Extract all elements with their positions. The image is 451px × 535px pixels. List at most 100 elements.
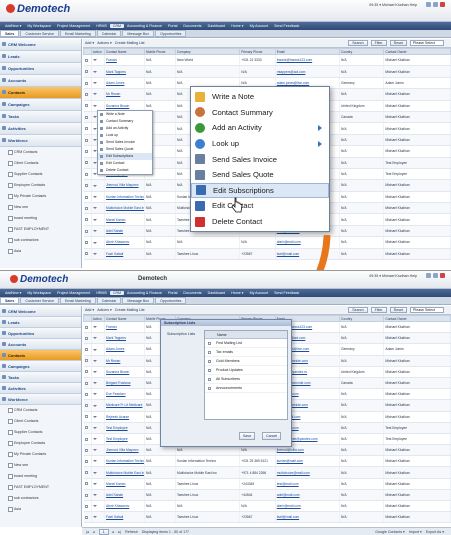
sidebar-item-workforce[interactable]: Workforce [0,135,81,147]
checkbox-icon[interactable] [84,504,88,508]
nav-item-home[interactable]: Home ▾ [228,24,246,28]
tab-calendar[interactable]: Calendar [96,30,122,37]
context-menu-item-edit-contact[interactable]: Edit Contact [191,198,329,214]
tab-message-box[interactable]: Message Box [122,297,155,304]
row-action-icon[interactable] [92,196,97,198]
sidebar-item-campaigns[interactable]: Campaigns [0,99,81,111]
link-cell[interactable]: Jhernod Villa Mayorex [104,444,145,457]
row-checkbox[interactable] [83,500,92,513]
sidebar-item-crm-welcome[interactable]: CRM Welcome [0,306,81,317]
link-cell[interactable]: Fazil Safadi [104,248,145,261]
table-row[interactable]: Mark TappersN/AN/AN/Amtappers@aol.comN/A… [83,65,451,78]
row-action-cell[interactable] [91,343,106,356]
search-button[interactable]: Search [348,40,368,46]
checkbox-icon[interactable] [84,426,88,430]
nav-item-send-feedback[interactable]: Send Feedback [271,291,302,295]
row-checkbox[interactable] [83,134,92,147]
row-action-icon[interactable] [92,82,97,85]
add-button[interactable]: Add ▾ [85,308,94,312]
sidebar-sub-item[interactable]: board meeting [0,471,81,482]
row-action-cell[interactable] [91,179,106,192]
row-action-icon[interactable] [92,207,97,210]
sidebar-sub-item[interactable]: Client Contacts [0,158,81,169]
row-action-icon[interactable] [92,404,97,407]
row-action-icon[interactable] [92,184,97,187]
checkbox-icon[interactable] [84,437,88,441]
row-action-icon[interactable] [92,230,97,233]
settings-icon[interactable] [433,2,438,7]
tab-message-box[interactable]: Message Box [122,30,155,37]
row-action-icon[interactable] [92,415,97,418]
row-checkbox[interactable] [83,54,92,67]
mail-icon[interactable] [426,2,431,7]
first-page-icon[interactable]: |◂ [86,530,89,534]
link-cell[interactable]: Rejeesh Acarse [104,411,145,423]
row-action-cell[interactable] [91,191,106,204]
row-checkbox[interactable] [83,65,92,78]
row-checkbox[interactable] [83,168,92,181]
subscription-row[interactable]: Announcements [205,384,287,393]
sidebar-sub-item[interactable]: Client Contacts [0,416,81,427]
sidebar-item-opportunities[interactable]: Opportunities [0,328,81,339]
link-cell[interactable]: Adel Sahab [104,225,145,238]
row-action-icon[interactable] [92,241,97,244]
link-cell[interactable]: Adam Jones [104,343,145,356]
row-action-icon[interactable] [92,482,97,485]
subscription-checkbox[interactable] [208,377,211,381]
sidebar-sub-item[interactable]: Asia [0,246,81,257]
row-checkbox[interactable] [83,343,92,356]
link-cell[interactable]: Medicare Fr Lit Medicare [104,399,145,412]
row-checkbox[interactable] [83,478,92,490]
link-cell[interactable]: Francis [104,321,145,334]
nav-item-my-workspace[interactable]: My Workspace [24,24,54,28]
row-action-icon[interactable] [92,505,97,508]
sidebar-sub-item[interactable]: Supplier Contacts [0,169,81,180]
checkbox-icon[interactable] [84,149,88,153]
context-menu-item-send-sales-quote[interactable]: Send Sales Quote [191,167,329,183]
view-select[interactable]: Please Select [410,40,444,46]
link-cell[interactable]: Eve Peacken [104,388,145,401]
link-cell[interactable]: fazil@mail.com [275,511,341,524]
row-checkbox[interactable] [83,236,92,249]
sidebar-item-activities[interactable]: Activities [0,123,81,135]
row-action-cell[interactable] [91,77,106,90]
row-checkbox[interactable] [83,213,92,226]
sidebar-item-contacts[interactable]: Contacts [0,350,81,361]
link-cell[interactable]: Mr Rezan [104,355,145,367]
row-checkbox[interactable] [83,411,92,423]
row-checkbox[interactable] [83,100,92,112]
link-cell[interactable]: multichoice@mail.com [275,466,341,479]
sidebar-sub-item[interactable]: FAST EMPLOYMENT [0,224,81,235]
link-cell[interactable]: Multichoice Mobile East Inc [104,202,145,215]
subscription-checkbox[interactable] [208,359,211,363]
nav-item-dashboard[interactable]: Dashboard [205,24,229,28]
checkbox-icon[interactable] [84,252,88,256]
row-checkbox[interactable] [83,489,92,502]
link-cell[interactable]: Manel Kanan [104,213,145,226]
row-action-cell[interactable] [91,478,106,490]
row-action-cell[interactable] [91,366,106,378]
sidebar-sub-item[interactable]: My Private Contacts [0,191,81,202]
link-cell[interactable]: Suzanna Brown [104,366,145,378]
tab-email-marketing[interactable]: Email Marketing [59,297,96,304]
link-cell[interactable]: test@mail.com [275,478,341,490]
user-info[interactable]: 09:35 ▾ Michael Kludhan Help [369,3,417,7]
row-action-cell[interactable] [91,321,106,334]
subscription-row[interactable]: All Subscribers [205,375,287,384]
checkbox-icon[interactable] [84,415,88,419]
checkbox-icon[interactable] [84,359,88,363]
sidebar-sub-item[interactable]: Asia [0,504,81,515]
row-checkbox[interactable] [83,225,92,238]
row-action-icon[interactable] [92,426,97,429]
row-checkbox[interactable] [83,366,92,378]
sidebar-sub-item[interactable]: FAST EMPLOYMENT [0,482,81,493]
sidebar-sub-item[interactable]: CRM Contacts [0,405,81,416]
nav-item-addnew[interactable]: AddNew ▾ [2,291,24,295]
row-action-cell[interactable] [91,332,106,345]
link-cell[interactable]: Francis [104,54,145,67]
checkbox-icon[interactable] [84,241,88,245]
row-action-cell[interactable] [91,248,106,261]
row-action-icon[interactable] [92,93,97,96]
context-menu-item-delete-contact[interactable]: Delete Contact [191,214,329,230]
row-checkbox[interactable] [83,157,92,169]
